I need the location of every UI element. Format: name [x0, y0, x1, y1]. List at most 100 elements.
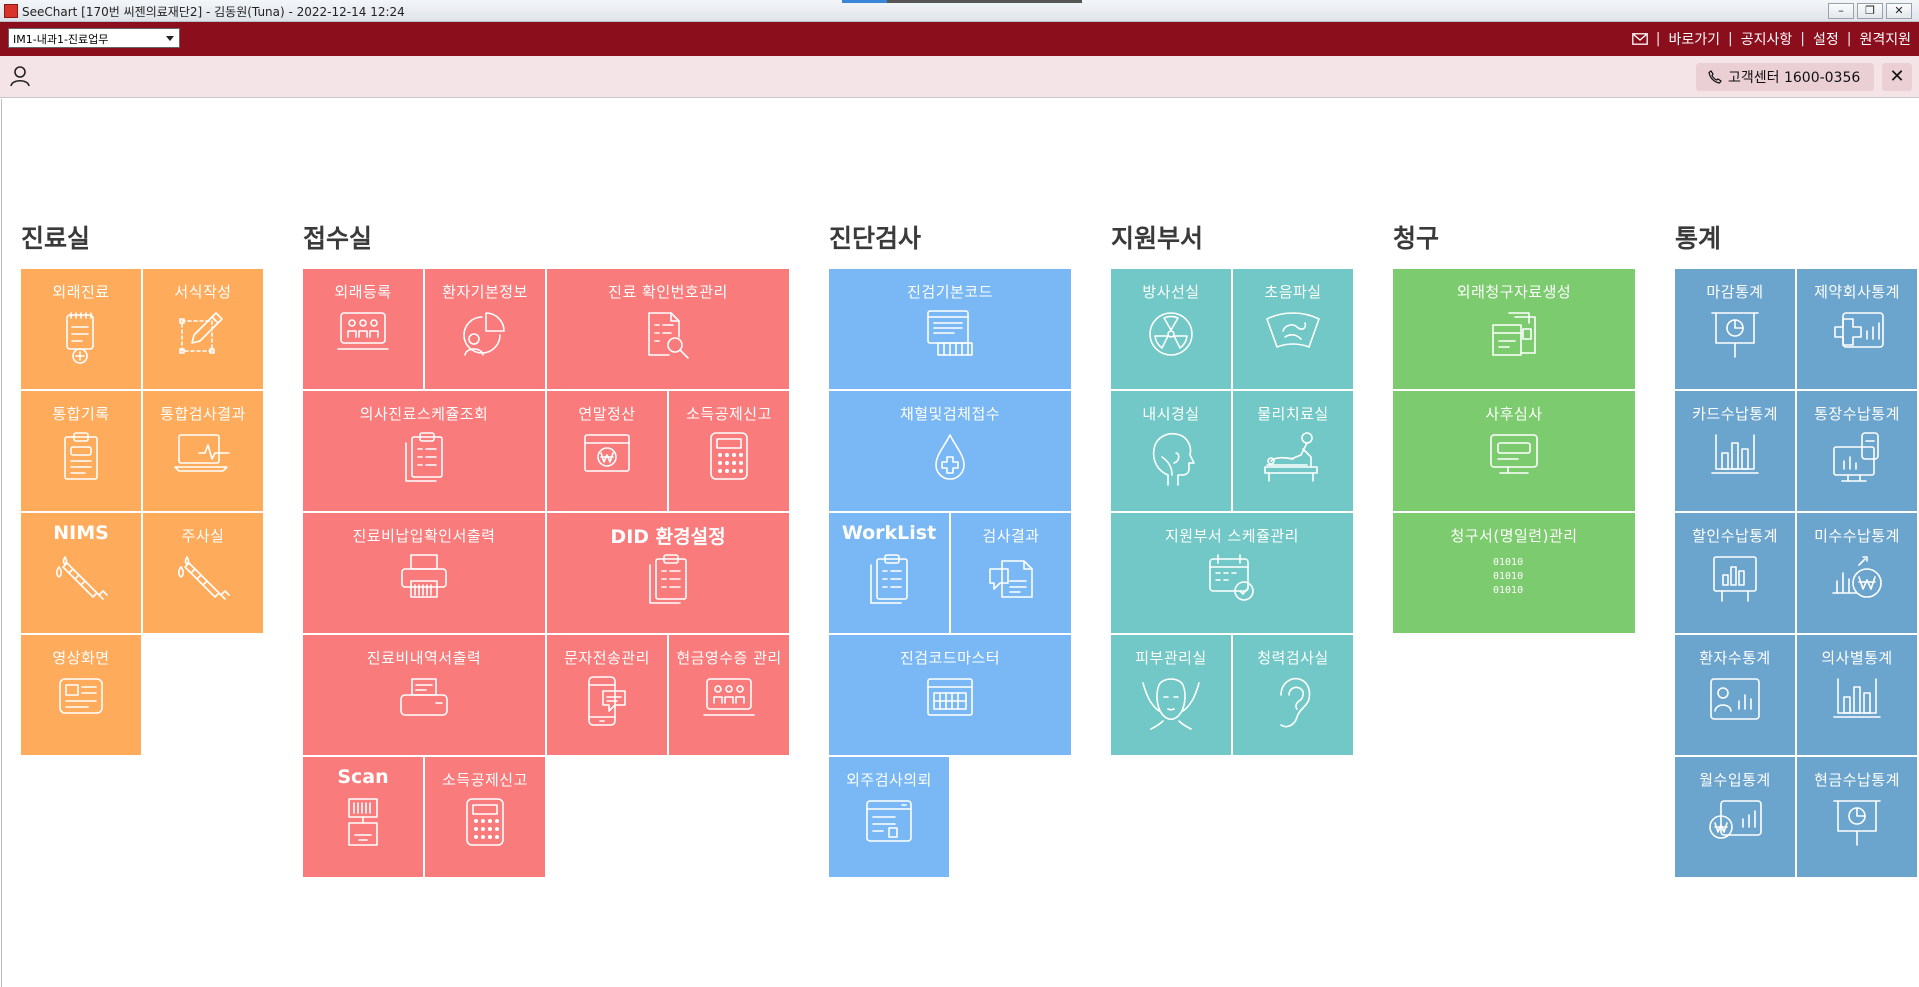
tile-label: 마감통계	[1706, 283, 1764, 301]
binary-line: 01010	[1493, 571, 1523, 582]
minimize-button[interactable]: –	[1828, 3, 1854, 19]
tile-label: 진검코드마스터	[899, 649, 1001, 667]
customer-center-button[interactable]: 고객센터 1600-0356	[1696, 63, 1874, 91]
tile-year-end-settlement[interactable]: 연말정산	[547, 391, 667, 511]
nav-separator: |	[1800, 31, 1805, 47]
tile-income-deduction[interactable]: 소득공제신고	[669, 391, 789, 511]
tile-label: 청력검사실	[1257, 649, 1329, 667]
binary-line: 01010	[1493, 585, 1523, 596]
calculator-icon	[710, 432, 748, 480]
phone-message-icon	[588, 676, 626, 726]
tile-sms-management[interactable]: 문자전송관리	[547, 635, 667, 755]
tile-label: 현금수납통계	[1814, 771, 1900, 789]
tile-worklist[interactable]: WorkList	[829, 513, 949, 633]
tile-outpatient-registration[interactable]: 외래등록	[303, 269, 423, 389]
clipboard-list-icon	[649, 554, 687, 604]
tile-bank-payment-statistics[interactable]: 통장수납통계	[1797, 391, 1917, 511]
section-title-reception: 접수실	[303, 224, 373, 253]
section-title-billing: 청구	[1393, 224, 1440, 253]
nav-shortcut[interactable]: 바로가기	[1668, 29, 1720, 49]
tile-label: 통장수납통계	[1814, 405, 1900, 423]
nav-settings[interactable]: 설정	[1813, 29, 1839, 49]
main-menubar: IM1-내과1-진료업무 | 바로가기 | 공지사항 | 설정 | 원격지원	[0, 22, 1919, 56]
won-chart-icon	[1709, 800, 1762, 839]
tile-integrated-record[interactable]: 통합기록	[21, 391, 141, 511]
tile-statement-print[interactable]: 진료비내역서출력	[303, 635, 545, 755]
tile-integrated-test-results[interactable]: 통합검사결과	[143, 391, 263, 511]
window-titlebar: SeeChart [170번 씨젠의료재단2] - 김동원(Tuna) - 20…	[0, 0, 1919, 22]
tile-label: 진료 확인번호관리	[608, 283, 728, 301]
monitor-icon	[1490, 434, 1538, 474]
tile-label: 외래청구자료생성	[1456, 283, 1572, 301]
tile-label: 의사별통계	[1821, 649, 1893, 667]
tile-patient-count-statistics[interactable]: 환자수통계	[1675, 635, 1795, 755]
tile-ultrasound[interactable]: 초음파실	[1233, 269, 1353, 389]
nav-separator: |	[1846, 31, 1852, 47]
tile-label: 의사진료스케쥴조회	[359, 405, 489, 423]
tile-receivables-statistics[interactable]: 미수수납통계	[1797, 513, 1917, 633]
tile-injection-room[interactable]: 주사실	[143, 513, 263, 633]
tile-doctor-statistics[interactable]: 의사별통계	[1797, 635, 1917, 755]
mail-icon[interactable]	[1631, 33, 1648, 45]
window-close-button[interactable]: ✕	[1886, 3, 1912, 19]
tile-lab-base-code[interactable]: 진검기본코드	[829, 269, 1071, 389]
browser-list-icon	[866, 800, 912, 842]
tile-label: 카드수납통계	[1692, 405, 1778, 423]
department-select[interactable]: IM1-내과1-진료업무	[8, 28, 180, 48]
section-title-lab: 진단검사	[829, 224, 922, 253]
tile-form-writing[interactable]: 서식작성	[143, 269, 263, 389]
tile-scan[interactable]: Scan	[303, 757, 423, 877]
tile-audiometry[interactable]: 청력검사실	[1233, 635, 1353, 755]
tile-physical-therapy[interactable]: 물리치료실	[1233, 391, 1353, 511]
close-button[interactable]: ✕	[1882, 63, 1912, 91]
tile-monthly-income-statistics[interactable]: 월수입통계	[1675, 757, 1795, 877]
tile-card-payment-statistics[interactable]: 카드수납통계	[1675, 391, 1795, 511]
user-icon[interactable]	[8, 64, 32, 88]
tile-label: WorkList	[841, 522, 937, 544]
tile-label: 통합기록	[52, 405, 110, 423]
won-browser-icon	[584, 434, 630, 472]
tile-doctor-schedule[interactable]: 의사진료스케쥴조회	[303, 391, 545, 511]
ultrasound-icon	[1266, 312, 1320, 348]
nav-remote-support[interactable]: 원격지원	[1859, 29, 1911, 49]
tile-radiology[interactable]: 방사선실	[1111, 269, 1231, 389]
tile-blood-collection[interactable]: 채혈및검체접수	[829, 391, 1071, 511]
restore-button[interactable]: ❐	[1857, 3, 1883, 19]
tile-treatment-confirmation[interactable]: 진료 확인번호관리	[547, 269, 789, 389]
keyboard-icon	[927, 678, 973, 716]
monitor-pulse-icon	[174, 434, 230, 472]
tile-cash-receipt-management[interactable]: 현금영수증 관리	[669, 635, 789, 755]
tile-skin-care[interactable]: 피부관리실	[1111, 635, 1231, 755]
section-title-clinic: 진료실	[21, 224, 91, 253]
tile-did-settings[interactable]: DID 환경설정	[547, 513, 789, 633]
presentation-chart-icon	[1711, 312, 1759, 358]
printer-icon	[401, 554, 447, 598]
tile-cash-payment-statistics[interactable]: 현금수납통계	[1797, 757, 1917, 877]
tile-closing-statistics[interactable]: 마감통계	[1675, 269, 1795, 389]
nav-separator: |	[1728, 31, 1733, 47]
tile-patient-info[interactable]: 환자기본정보	[425, 269, 545, 389]
tile-discount-payment-statistics[interactable]: 할인수납통계	[1675, 513, 1795, 633]
blood-drop-icon	[935, 434, 965, 480]
tile-post-review[interactable]: 사후심사	[1393, 391, 1635, 511]
tile-income-deduction-2[interactable]: 소득공제신고	[425, 757, 545, 877]
nav-notice[interactable]: 공지사항	[1741, 29, 1793, 49]
clipboard-list-icon	[405, 432, 443, 482]
tile-label: 문자전송관리	[564, 649, 650, 667]
tile-outpatient-care[interactable]: 외래진료	[21, 269, 141, 389]
tile-outpatient-claim-generation[interactable]: 외래청구자료생성	[1393, 269, 1635, 389]
tile-endoscopy[interactable]: 내시경실	[1111, 391, 1231, 511]
tile-image-viewer[interactable]: 영상화면	[21, 635, 141, 755]
tile-claim-statement-management[interactable]: 청구서(명일련)관리 01010 01010 01010	[1393, 513, 1635, 633]
tile-pharma-statistics[interactable]: 제약회사통계	[1797, 269, 1917, 389]
tile-payment-certificate-print[interactable]: 진료비납입확인서출력	[303, 513, 545, 633]
tile-label: 피부관리실	[1135, 649, 1207, 667]
tile-lab-code-master[interactable]: 진검코드마스터	[829, 635, 1071, 755]
tile-nims[interactable]: NIMS	[21, 513, 141, 633]
tile-outsourced-test-request[interactable]: 외주검사의뢰	[829, 757, 949, 877]
tile-label: 채혈및검체접수	[899, 405, 1001, 423]
tile-label: 내시경실	[1142, 405, 1200, 423]
tile-test-results[interactable]: 검사결과	[951, 513, 1071, 633]
tile-label: NIMS	[53, 522, 109, 544]
tile-support-schedule[interactable]: 지원부서 스케쥴관리	[1111, 513, 1353, 633]
